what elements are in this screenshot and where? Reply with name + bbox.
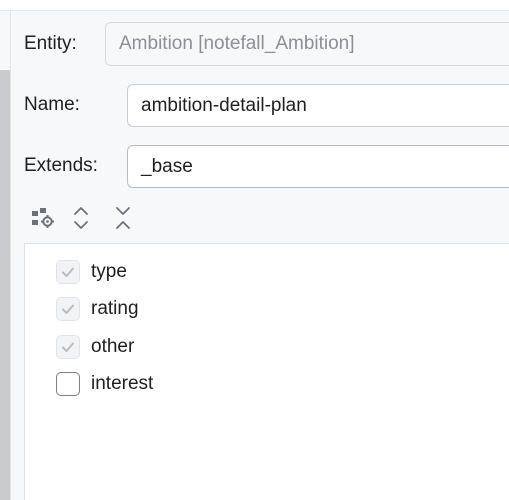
- entity-field: Ambition [notefall_Ambition]: [105, 22, 509, 66]
- attribute-label-other: other: [91, 336, 135, 357]
- check-icon: [62, 267, 74, 277]
- attribute-checkbox-rating: [56, 297, 80, 321]
- extends-input[interactable]: _base: [127, 145, 509, 188]
- attribute-row-other: other: [56, 334, 134, 360]
- attribute-checkbox-interest[interactable]: [56, 372, 80, 396]
- attribute-checkbox-other: [56, 335, 80, 359]
- window-top-bar: [0, 0, 509, 11]
- name-label: Name:: [24, 94, 80, 115]
- attribute-row-interest[interactable]: interest: [56, 371, 153, 397]
- attribute-label-rating: rating: [91, 298, 139, 319]
- collapse-all-icon[interactable]: [110, 205, 136, 231]
- check-icon: [62, 342, 74, 352]
- attribute-label-interest[interactable]: interest: [91, 372, 153, 396]
- extends-label: Extends:: [24, 155, 98, 176]
- attribute-row-type: type: [56, 259, 127, 285]
- attribute-checkbox-type: [56, 260, 80, 284]
- panel-divider: [10, 10, 11, 500]
- attribute-row-rating: rating: [56, 296, 139, 322]
- name-input[interactable]: ambition-detail-plan: [127, 84, 509, 127]
- left-scroll-strip[interactable]: [0, 70, 10, 500]
- hierarchy-settings-icon[interactable]: [30, 205, 56, 231]
- entity-label: Entity:: [24, 33, 77, 54]
- expand-all-icon[interactable]: [68, 205, 94, 231]
- check-icon: [62, 304, 74, 314]
- attribute-label-type: type: [91, 261, 127, 282]
